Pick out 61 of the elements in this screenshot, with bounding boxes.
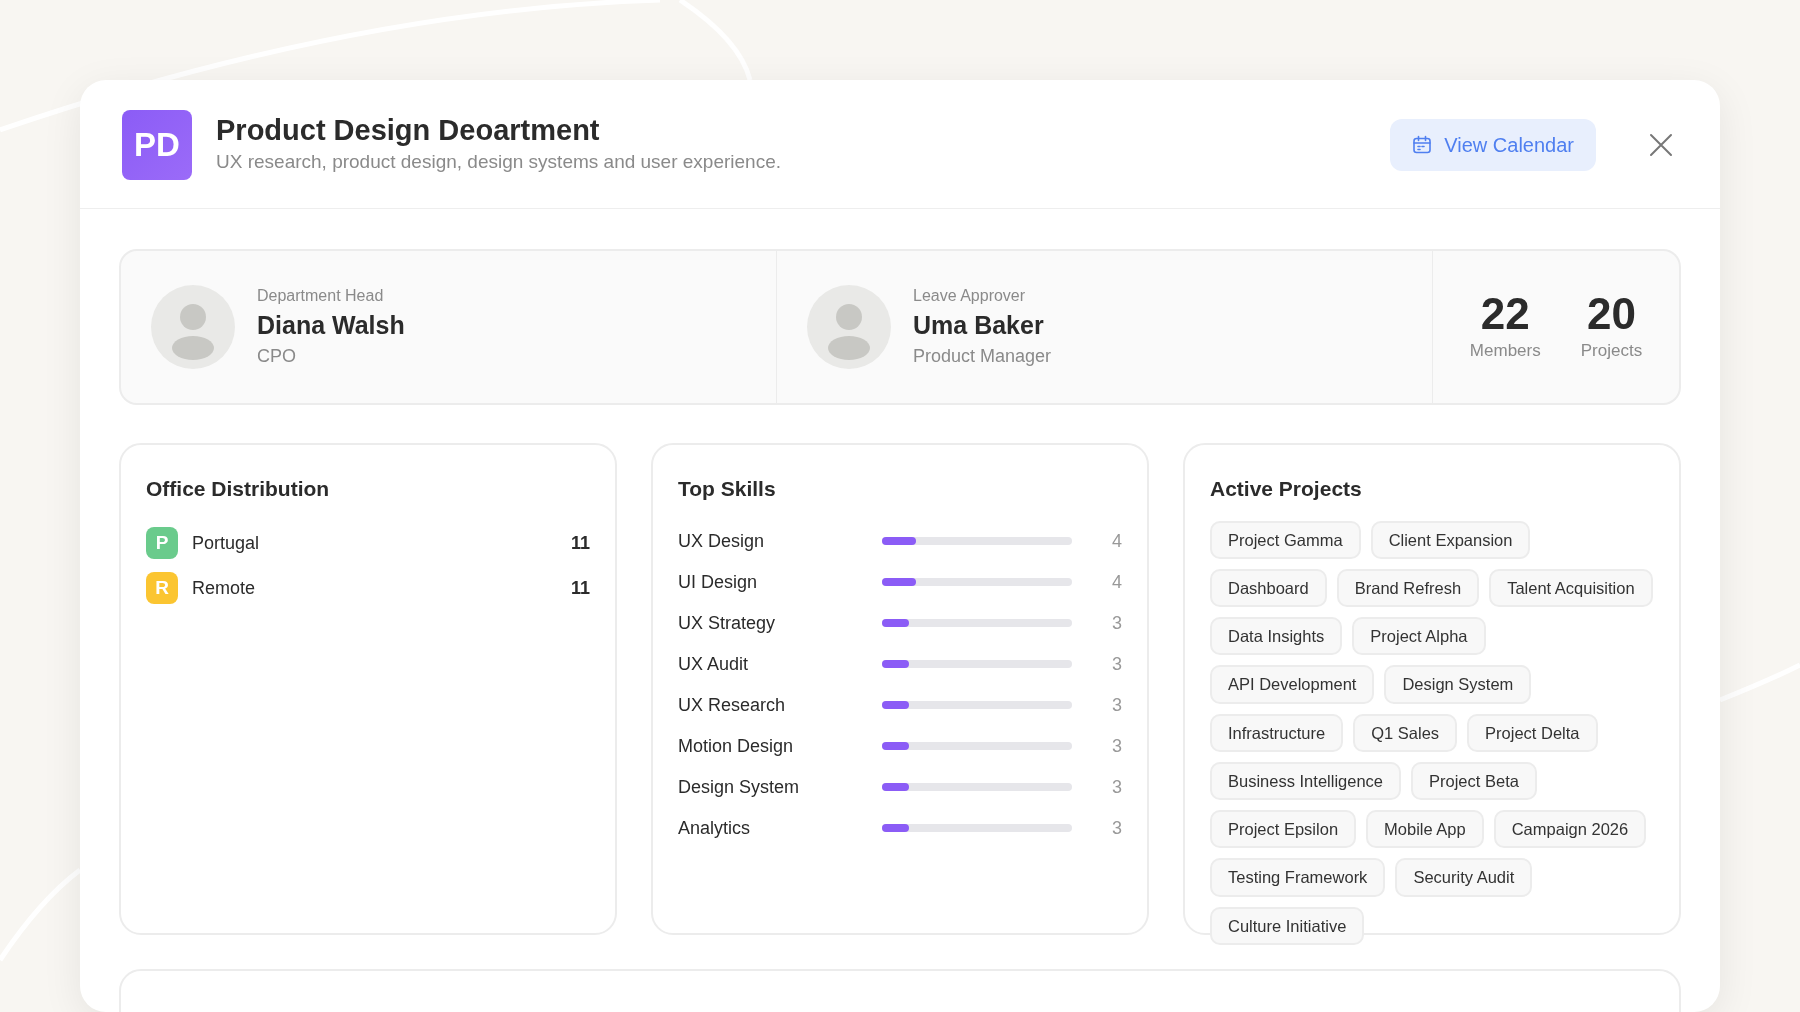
project-tag[interactable]: Culture Initiative xyxy=(1210,906,1365,945)
project-tag[interactable]: Infrastructure xyxy=(1210,713,1344,752)
stat-label: Projects xyxy=(1580,340,1643,363)
project-tag[interactable]: Project Gamma xyxy=(1210,520,1361,559)
project-tag[interactable]: Client Expansion xyxy=(1370,520,1531,559)
skill-count: 3 xyxy=(1112,816,1122,840)
skill-count: 3 xyxy=(1112,693,1122,717)
project-tag[interactable]: Project Alpha xyxy=(1352,617,1486,656)
department-logo: PD xyxy=(122,110,192,180)
office-initial-icon: R xyxy=(146,572,178,604)
skill-name: Motion Design xyxy=(678,734,795,758)
skill-count: 4 xyxy=(1112,570,1122,594)
project-tag[interactable]: Design System xyxy=(1384,665,1532,704)
person-position: Product Manager xyxy=(913,345,1052,368)
person-name: Uma Baker xyxy=(913,310,1045,341)
office-name: Portugal xyxy=(192,531,260,555)
department-description: UX research, product design, design systems and user experience. xyxy=(216,150,783,175)
skill-count: 3 xyxy=(1112,775,1122,799)
project-tag[interactable]: Project Beta xyxy=(1411,761,1537,801)
skill-count: 3 xyxy=(1112,611,1122,635)
card-title: Active Projects xyxy=(1210,476,1363,502)
project-tag[interactable]: Q1 Sales xyxy=(1353,713,1458,752)
person-name: Diana Walsh xyxy=(257,310,405,341)
project-tag[interactable]: Mobile App xyxy=(1366,810,1484,849)
skill-name: Analytics xyxy=(678,816,752,840)
skill-name: UX Audit xyxy=(678,652,750,676)
skill-name: Design System xyxy=(678,775,801,799)
calendar-icon xyxy=(1412,135,1433,155)
avatar-icon xyxy=(807,285,891,369)
project-tag[interactable]: Dashboard xyxy=(1210,568,1327,608)
person-role: Department Head xyxy=(257,286,385,306)
avatar-icon xyxy=(151,285,235,369)
card-title: Office Distribution xyxy=(146,476,331,502)
skill-count: 4 xyxy=(1112,529,1122,553)
project-tag[interactable]: Project Epsilon xyxy=(1210,810,1357,849)
office-name: Remote xyxy=(192,576,256,600)
skill-name: UX Design xyxy=(678,529,766,553)
project-tag[interactable]: Campaign 2026 xyxy=(1493,810,1647,849)
stat-value: 22 xyxy=(1479,290,1531,339)
office-count: 11 xyxy=(570,576,590,600)
skill-count: 3 xyxy=(1112,652,1122,676)
office-initial-icon: P xyxy=(146,527,178,559)
office-count: 11 xyxy=(570,531,590,555)
person-role: Leave Approver xyxy=(913,286,1027,306)
skill-name: UI Design xyxy=(678,570,759,594)
department-title: Product Design Deoartment xyxy=(216,113,601,149)
project-tag[interactable]: Data Insights xyxy=(1210,617,1343,656)
project-tag[interactable]: Security Audit xyxy=(1395,858,1533,897)
person-position: CPO xyxy=(257,345,297,368)
project-tag[interactable]: Business Intelligence xyxy=(1210,761,1401,801)
project-tag[interactable]: Project Delta xyxy=(1467,713,1598,752)
project-tag[interactable]: API Development xyxy=(1210,665,1375,704)
stat-label: Members xyxy=(1469,340,1541,363)
card-title: Top Skills xyxy=(678,476,777,502)
project-tag[interactable]: Brand Refresh xyxy=(1336,568,1480,608)
skill-name: UX Research xyxy=(678,693,787,717)
project-tag[interactable]: Testing Framework xyxy=(1210,858,1386,897)
stat-value: 20 xyxy=(1585,290,1637,339)
skill-count: 3 xyxy=(1112,734,1122,758)
project-tag[interactable]: Talent Acquisition xyxy=(1489,568,1653,608)
skill-name: UX Strategy xyxy=(678,611,777,635)
